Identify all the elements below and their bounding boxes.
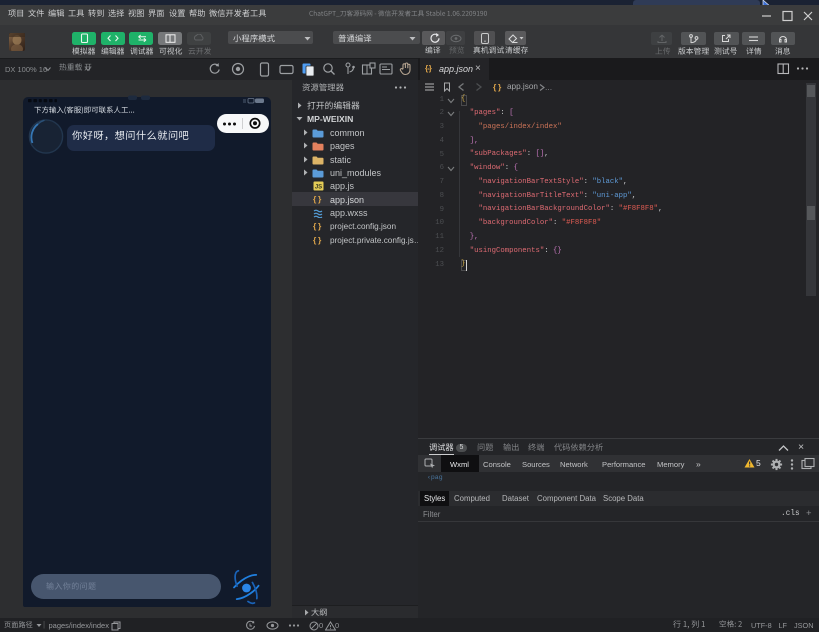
svg-text:JS: JS	[315, 185, 322, 191]
